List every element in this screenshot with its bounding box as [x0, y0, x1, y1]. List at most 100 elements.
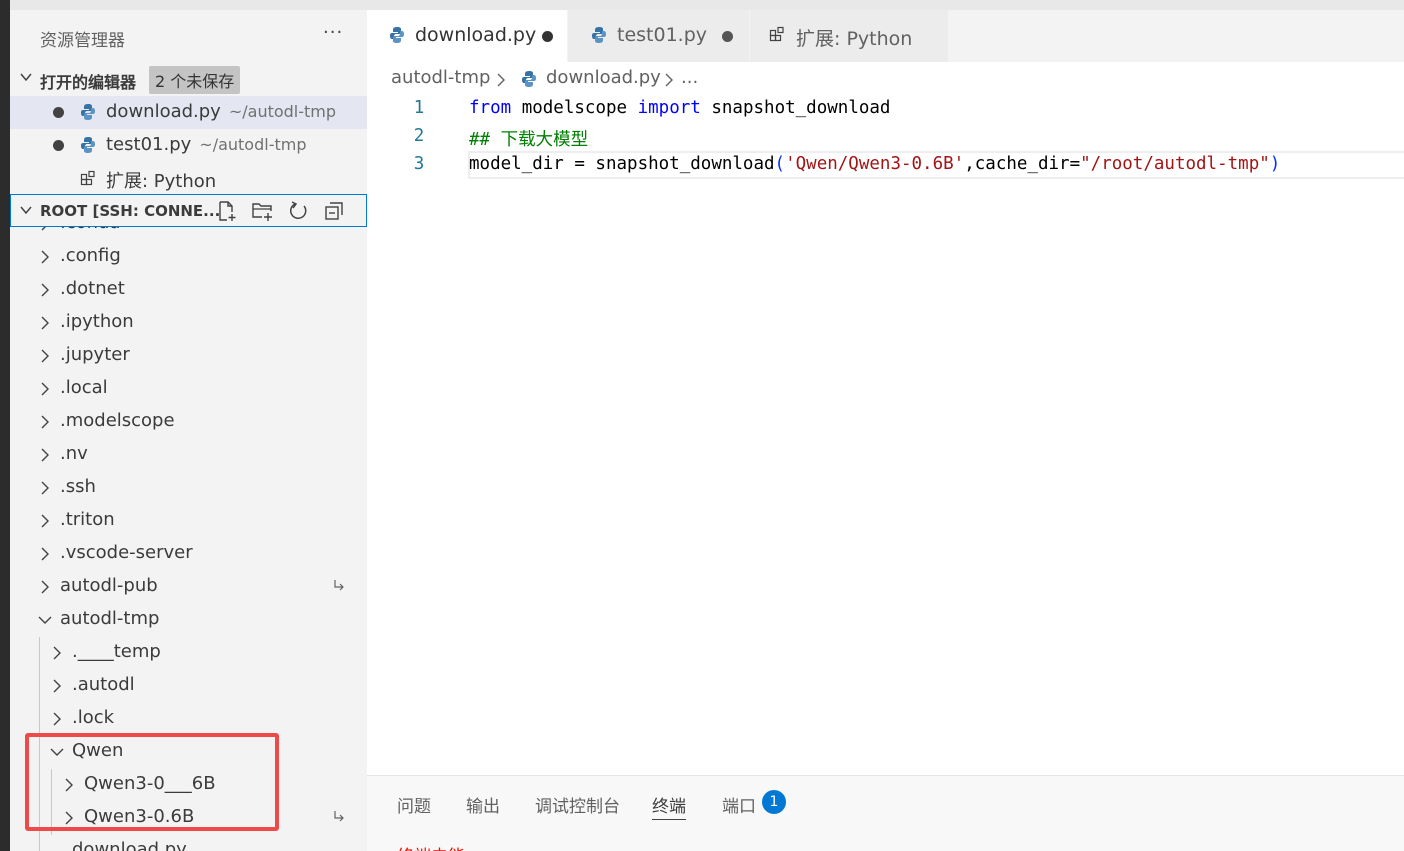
unsaved-dot-icon[interactable] — [53, 140, 64, 151]
code-token: "/root/autodl-tmp" — [1080, 154, 1270, 174]
open-editor-item-download[interactable]: download.py ~/autodl-tmp — [10, 96, 367, 129]
tree-item[interactable]: .triton — [10, 505, 367, 538]
tab-download-py[interactable]: download.py — [367, 10, 567, 62]
chevron-right-icon — [41, 283, 49, 297]
open-editor-item-test01[interactable]: test01.py ~/autodl-tmp — [10, 129, 367, 162]
open-editor-name: download.py ~/autodl-tmp — [106, 101, 337, 122]
unsaved-dot-icon[interactable] — [53, 107, 64, 118]
unsaved-dot-icon[interactable] — [722, 31, 733, 42]
panel-tab-terminal[interactable]: 终端 — [652, 792, 686, 820]
explorer-title: 资源管理器 — [40, 31, 125, 51]
tree-item[interactable]: .config — [10, 241, 367, 274]
code-token: snapshot_download — [700, 98, 891, 118]
open-editor-name: 扩展: Python — [106, 171, 217, 192]
panel-tab-problems[interactable]: 问题 — [397, 792, 431, 817]
tree-item[interactable]: .nv — [10, 439, 367, 472]
tree-item-label: .ssh — [60, 476, 96, 497]
refresh-icon[interactable] — [287, 200, 309, 222]
tab-extension-python[interactable]: 扩展: Python — [750, 10, 948, 62]
tree-item[interactable]: .ssh — [10, 472, 367, 505]
line-number: 2 — [413, 126, 425, 146]
python-icon — [390, 27, 404, 43]
tree-item[interactable]: .dotnet — [10, 274, 367, 307]
tab-test01-py[interactable]: test01.py — [568, 10, 749, 62]
terminal-status-text: 终端未能… — [397, 842, 482, 851]
chevron-right-icon — [41, 580, 49, 594]
panel-tab-debug-console[interactable]: 调试控制台 — [535, 792, 620, 817]
code-text: ## 下载大模型 — [469, 126, 588, 151]
new-file-icon[interactable] — [216, 200, 238, 222]
chevron-right-icon — [41, 250, 49, 264]
breadcrumb-more[interactable]: ... — [681, 67, 698, 88]
tree-item-label: .vscode-server — [60, 542, 193, 563]
tree-item[interactable]: .local — [10, 373, 367, 406]
code-text: from modelscope import snapshot_download — [469, 98, 890, 118]
symlink-arrow-icon — [334, 580, 344, 591]
chevron-right-icon — [41, 415, 49, 429]
tree-item-label: .modelscope — [60, 410, 175, 431]
chevron-right-icon — [41, 448, 49, 462]
python-icon — [81, 104, 95, 120]
panel-tab-ports[interactable]: 端口 — [722, 792, 756, 817]
tree-item-label: .config — [60, 245, 121, 266]
tab-label: download.py — [415, 24, 537, 46]
code-line[interactable]: 1 from modelscope import snapshot_downloa… — [367, 95, 1404, 123]
extensions-icon — [769, 26, 784, 42]
breadcrumb-folder[interactable]: autodl-tmp — [391, 67, 490, 88]
tree-item[interactable]: .vscode-server — [10, 538, 367, 571]
workspace-root-label: ROOT [SSH: CONNE... — [40, 202, 221, 220]
code-text: model_dir = snapshot_download('Qwen/Qwen… — [469, 154, 1280, 174]
panel-tab-output[interactable]: 输出 — [466, 792, 500, 817]
tree-item[interactable]: autodl-pub — [10, 571, 367, 604]
chevron-right-icon — [41, 349, 49, 363]
open-editor-item-extension-python[interactable]: 扩展: Python — [10, 162, 367, 195]
code-token: modelscope — [511, 98, 638, 118]
tree-item[interactable]: .jupyter — [10, 340, 367, 373]
explorer-header: 资源管理器 ··· — [10, 10, 367, 62]
code-token: ) — [1269, 154, 1281, 174]
tree-item[interactable]: .modelscope — [10, 406, 367, 439]
unsaved-dot-icon[interactable] — [542, 31, 553, 42]
chevron-right-icon — [41, 547, 49, 561]
chevron-down-icon — [20, 206, 32, 215]
code-line[interactable]: 3 model_dir = snapshot_download('Qwen/Qwe… — [367, 151, 1404, 179]
tab-label: 扩展: Python — [796, 28, 913, 50]
tree-item-label: .autodl — [72, 674, 135, 695]
code-line[interactable]: 2 ## 下载大模型 — [367, 123, 1404, 151]
chevron-right-icon — [665, 73, 673, 87]
tree-item-label: .lock — [72, 707, 115, 728]
tree-item[interactable]: .lock — [10, 703, 367, 736]
chevron-right-icon — [53, 712, 61, 726]
tree-item-label: .____temp — [72, 641, 161, 662]
code-token: ( — [774, 154, 786, 174]
tree-item-label: .local — [60, 377, 108, 398]
chevron-right-icon — [53, 679, 61, 693]
tree-item[interactable]: download.py — [10, 835, 367, 851]
tree-item[interactable]: .autodl — [10, 670, 367, 703]
line-number: 1 — [413, 98, 425, 118]
open-editors-header[interactable]: 打开的编辑器 2 个未保存 — [10, 63, 367, 95]
workspace-root-header[interactable]: ROOT [SSH: CONNE... — [10, 194, 367, 227]
more-actions-icon[interactable]: ··· — [323, 22, 343, 43]
code-token: 'Qwen/Qwen3-0.6B' — [785, 154, 965, 174]
highlight-annotation-box — [25, 733, 279, 831]
open-editors-label: 打开的编辑器 — [40, 73, 137, 92]
code-token: ## 下载大模型 — [469, 130, 589, 150]
tree-item[interactable]: autodl-tmp — [10, 604, 367, 637]
code-token: import — [637, 98, 701, 118]
open-editor-name: test01.py ~/autodl-tmp — [106, 134, 307, 155]
new-folder-icon[interactable] — [251, 200, 273, 222]
ports-count-badge: 1 — [762, 790, 786, 814]
tree-item-label: .dotnet — [60, 278, 125, 299]
chevron-right-icon — [53, 646, 61, 660]
tree-item-label: .jupyter — [60, 344, 130, 365]
chevron-right-icon — [41, 382, 49, 396]
breadcrumb-file[interactable]: download.py — [546, 67, 661, 88]
tree-item-label: .ipython — [60, 311, 134, 332]
tree-item[interactable]: .____temp — [10, 637, 367, 670]
chevron-right-icon — [497, 73, 505, 87]
collapse-all-icon[interactable] — [323, 200, 345, 222]
tree-item[interactable]: .ipython — [10, 307, 367, 340]
chevron-right-icon — [41, 514, 49, 528]
chevron-right-icon — [41, 316, 49, 330]
